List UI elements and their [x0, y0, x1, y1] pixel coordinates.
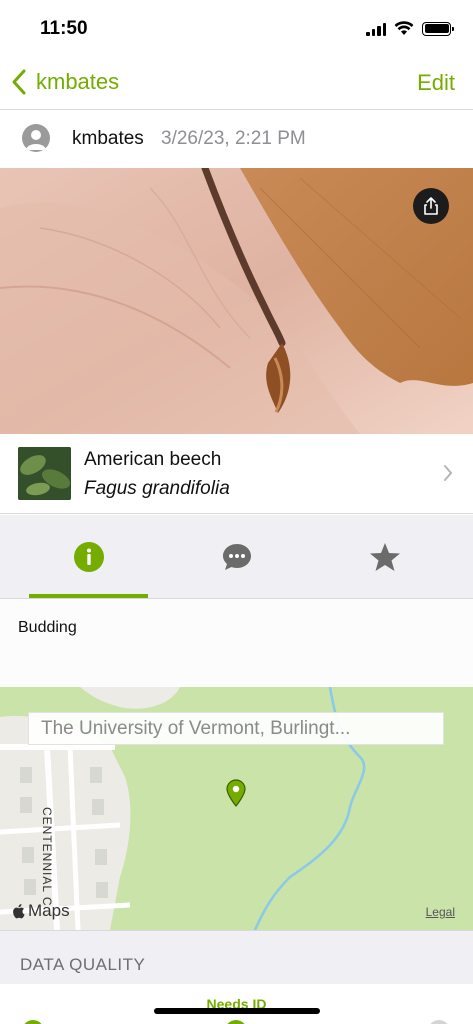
- street-label: CENTENNIAL C: [40, 807, 54, 907]
- observation-photo[interactable]: [0, 168, 473, 434]
- taxon-scientific-name: Fagus grandifolia: [84, 478, 230, 499]
- data-quality-header: DATA QUALITY: [0, 930, 473, 984]
- chevron-right-icon: [444, 465, 453, 481]
- data-quality-title: DATA QUALITY: [20, 955, 146, 974]
- user-silhouette-icon: [26, 130, 46, 150]
- status-time: 11:50: [40, 18, 88, 39]
- active-tab-indicator: [29, 594, 148, 598]
- avatar[interactable]: [22, 124, 50, 152]
- tab-activity[interactable]: [158, 515, 315, 599]
- back-button[interactable]: kmbates: [10, 68, 119, 96]
- observer-name[interactable]: kmbates: [72, 128, 144, 150]
- observation-date: 3/26/23, 2:21 PM: [161, 128, 306, 149]
- star-icon: [369, 543, 400, 571]
- navigation-bar: kmbates Edit: [0, 58, 473, 110]
- quality-step-needs-id-dot: [225, 1020, 247, 1024]
- edit-button[interactable]: Edit: [417, 70, 455, 96]
- observer-row[interactable]: kmbates 3/26/23, 2:21 PM: [0, 111, 473, 168]
- quality-step-casual-dot: [22, 1020, 44, 1024]
- cellular-signal-icon: [366, 22, 386, 36]
- share-button[interactable]: [413, 188, 449, 224]
- apple-maps-logo: Maps: [12, 901, 70, 921]
- wifi-icon: [394, 21, 414, 35]
- tab-info[interactable]: [10, 515, 167, 599]
- home-indicator[interactable]: [154, 1008, 320, 1014]
- annotation-value: Budding: [18, 619, 77, 636]
- battery-icon: [422, 21, 454, 36]
- map-location-label: The University of Vermont, Burlingt...: [28, 712, 444, 745]
- info-icon: [73, 542, 104, 572]
- detail-tabs: [0, 515, 473, 599]
- share-icon: [424, 197, 438, 215]
- annotation-section: Budding: [0, 599, 473, 687]
- status-bar: 11:50: [0, 0, 473, 58]
- map-pin-icon: [226, 779, 246, 807]
- data-quality-section: Needs ID: [0, 984, 473, 1024]
- maps-label: Maps: [28, 901, 70, 920]
- apple-icon: [13, 904, 25, 919]
- taxon-row[interactable]: American beech Fagus grandifolia: [0, 434, 473, 514]
- tab-favorites[interactable]: [306, 515, 463, 599]
- photo-image: [0, 168, 473, 434]
- speech-bubble-icon: [222, 544, 251, 570]
- legal-link[interactable]: Legal: [426, 905, 455, 919]
- taxon-thumbnail: [18, 447, 71, 500]
- taxon-common-name: American beech: [84, 449, 222, 470]
- status-icons: [366, 21, 454, 36]
- chevron-left-icon: [12, 69, 26, 95]
- location-map[interactable]: CENTENNIAL C The University of Vermont, …: [0, 687, 473, 930]
- quality-step-research-dot: [428, 1020, 450, 1024]
- back-button-label: kmbates: [36, 69, 120, 94]
